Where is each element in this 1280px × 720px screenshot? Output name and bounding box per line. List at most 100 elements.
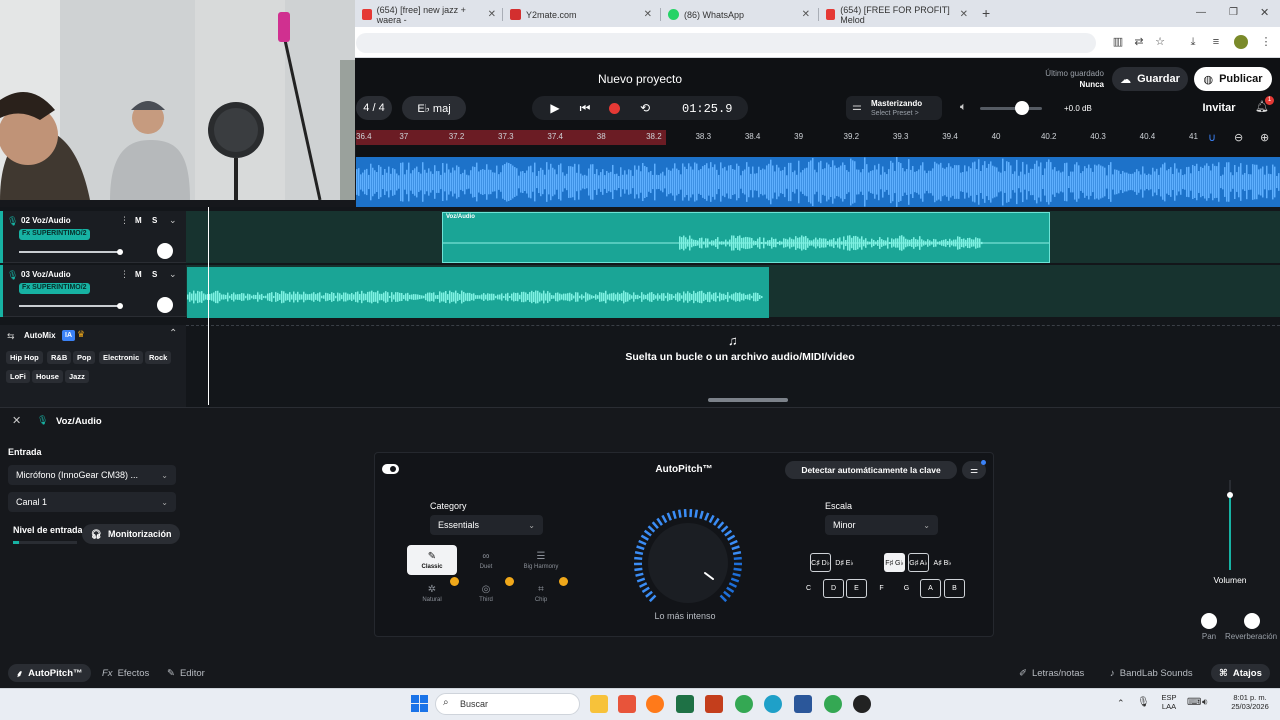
microphone-icon[interactable]: 🎙︎ bbox=[1137, 697, 1150, 708]
key-button[interactable]: F♯ G♭ bbox=[884, 553, 905, 572]
pan-knob[interactable] bbox=[1201, 613, 1217, 629]
key-selector[interactable]: E♭ maj bbox=[402, 96, 466, 120]
word-icon[interactable] bbox=[794, 695, 812, 713]
track-name[interactable]: 03 Voz/Audio bbox=[21, 270, 71, 279]
scale-select[interactable]: Minor ⌄ bbox=[825, 515, 938, 535]
tab-lyrics[interactable]: ✐ Letras/notas bbox=[1011, 664, 1092, 682]
save-button[interactable]: ☁ Guardar bbox=[1112, 67, 1188, 91]
reverb-knob[interactable] bbox=[1244, 613, 1260, 629]
intensity-knob[interactable] bbox=[633, 508, 743, 618]
zoom-in-icon[interactable]: ⊕ bbox=[1260, 131, 1269, 144]
audio-clip[interactable] bbox=[187, 267, 769, 318]
track-name[interactable]: 02 Voz/Audio bbox=[21, 216, 71, 225]
network-icon[interactable]: ⌨ bbox=[1187, 697, 1201, 708]
genre-chip[interactable]: House bbox=[32, 370, 63, 383]
reading-list-icon[interactable]: ≡ bbox=[1208, 34, 1224, 50]
play-icon[interactable]: ▶ bbox=[546, 99, 564, 117]
edge-icon[interactable] bbox=[764, 695, 782, 713]
clock[interactable]: 8:01 p. m. 25/03/2026 bbox=[1222, 693, 1278, 711]
track-volume-handle[interactable] bbox=[117, 303, 123, 309]
track-volume-slider[interactable] bbox=[19, 251, 119, 253]
close-tab-icon[interactable]: ✕ bbox=[644, 9, 652, 20]
browser-tab[interactable]: Y2mate.com ✕ bbox=[504, 4, 658, 25]
time-signature[interactable]: 4 / 4 bbox=[356, 96, 392, 120]
key-button[interactable]: B bbox=[944, 579, 965, 598]
close-tab-icon[interactable]: ✕ bbox=[488, 9, 496, 20]
close-window-icon[interactable]: ✕ bbox=[1260, 6, 1269, 19]
genre-chip[interactable]: Jazz bbox=[65, 370, 89, 383]
style-duet[interactable]: ∞ Duet bbox=[461, 545, 511, 575]
horizontal-scrollbar[interactable] bbox=[708, 398, 788, 402]
app-icon[interactable] bbox=[853, 695, 871, 713]
firefox-icon[interactable] bbox=[646, 695, 664, 713]
excel-icon[interactable] bbox=[676, 695, 694, 713]
detect-key-button[interactable]: Detectar automáticamente la clave bbox=[785, 461, 957, 479]
track-header[interactable]: 🎙︎ 02 Voz/Audio ⋮ M S ⌄ Fx SUPERINTIMO/2 bbox=[0, 211, 186, 263]
tab-shortcuts[interactable]: ⌘ Atajos bbox=[1211, 664, 1270, 682]
file-explorer-icon[interactable] bbox=[590, 695, 608, 713]
key-button[interactable]: D♯ E♭ bbox=[834, 553, 855, 572]
new-tab-button[interactable]: + bbox=[982, 5, 990, 21]
windows-start-icon[interactable] bbox=[411, 695, 428, 712]
tab-effects[interactable]: Fx Efectos bbox=[94, 664, 157, 682]
key-button[interactable]: A♯ B♭ bbox=[932, 553, 953, 572]
channel-select[interactable]: Canal 1 ⌄ bbox=[8, 492, 176, 512]
autopitch-toggle[interactable] bbox=[382, 464, 399, 474]
volume-icon[interactable]: 🔉︎ bbox=[1202, 697, 1208, 708]
project-title[interactable]: Nuevo proyecto bbox=[560, 72, 720, 86]
key-button[interactable]: D bbox=[823, 579, 844, 598]
monitor-button[interactable]: 🎧︎ Monitorización bbox=[82, 524, 180, 544]
magnet-icon[interactable]: ∪ bbox=[1208, 131, 1216, 144]
genre-chip[interactable]: Electronic bbox=[99, 351, 144, 364]
key-button[interactable]: A bbox=[920, 579, 941, 598]
url-field[interactable] bbox=[356, 33, 1096, 53]
track-volume-fader-handle[interactable] bbox=[1227, 492, 1233, 498]
mute-button[interactable]: M bbox=[135, 216, 142, 225]
browser-tab[interactable]: (654) [FREE FOR PROFIT] Melod ✕ bbox=[820, 4, 974, 25]
zoom-out-icon[interactable]: ⊖ bbox=[1234, 131, 1243, 144]
key-button[interactable]: C♯ D♭ bbox=[810, 553, 831, 572]
mute-button[interactable]: M bbox=[135, 270, 142, 279]
chevron-up-icon[interactable]: ⌃ bbox=[169, 328, 177, 339]
reading-mode-icon[interactable]: ▥ bbox=[1110, 34, 1126, 50]
taskbar-search[interactable]: Buscar bbox=[435, 693, 580, 715]
audio-clip[interactable]: Voz/Audio bbox=[442, 212, 1050, 263]
track-volume-handle[interactable] bbox=[117, 249, 123, 255]
close-tab-icon[interactable]: ✕ bbox=[960, 9, 968, 20]
style-big-harmony[interactable]: ☰ Big Harmony bbox=[516, 545, 566, 575]
master-volume-slider[interactable] bbox=[980, 107, 1042, 110]
powerpoint-icon[interactable] bbox=[705, 695, 723, 713]
profile-avatar[interactable] bbox=[1234, 35, 1248, 49]
track-volume-slider[interactable] bbox=[19, 305, 119, 307]
key-button[interactable]: F bbox=[871, 579, 892, 598]
skip-back-icon[interactable]: ⏮ bbox=[576, 99, 594, 117]
playhead[interactable] bbox=[208, 207, 209, 405]
solo-button[interactable]: S bbox=[152, 216, 157, 225]
track-menu-icon[interactable]: ⋮ bbox=[120, 215, 129, 226]
track-menu-icon[interactable]: ⋮ bbox=[120, 269, 129, 280]
fx-preset-badge[interactable]: Fx SUPERINTIMO/2 bbox=[19, 229, 90, 240]
translate-icon[interactable]: ⇄ bbox=[1131, 34, 1147, 50]
speaker-icon[interactable]: 🔈︎ bbox=[960, 101, 967, 114]
genre-chip[interactable]: LoFi bbox=[6, 370, 30, 383]
key-button[interactable]: G bbox=[896, 579, 917, 598]
fx-preset-badge[interactable]: Fx SUPERINTIMO/2 bbox=[19, 283, 90, 294]
genre-chip[interactable]: Hip Hop bbox=[6, 351, 43, 364]
master-volume-handle[interactable] bbox=[1015, 101, 1029, 115]
menu-dots-icon[interactable]: ⋮ bbox=[1258, 34, 1274, 50]
key-button[interactable]: G♯ A♭ bbox=[908, 553, 929, 572]
chrome-icon[interactable] bbox=[735, 695, 753, 713]
genre-chip[interactable]: Pop bbox=[73, 351, 96, 364]
tab-bandlab-sounds[interactable]: ♪ BandLab Sounds bbox=[1102, 664, 1201, 682]
style-third[interactable]: ◎ Third bbox=[461, 578, 511, 608]
bookmark-star-icon[interactable]: ☆ bbox=[1152, 34, 1168, 50]
tab-editor[interactable]: ✎ Editor bbox=[159, 664, 213, 682]
chevron-up-icon[interactable]: ⌃ bbox=[1117, 698, 1125, 709]
genre-chip[interactable]: Rock bbox=[145, 351, 172, 364]
key-button[interactable]: E bbox=[846, 579, 867, 598]
genre-chip[interactable]: R&B bbox=[47, 351, 72, 364]
download-icon[interactable]: ⤓ bbox=[1185, 34, 1201, 50]
chevron-down-icon[interactable]: ⌄ bbox=[169, 269, 177, 280]
maximize-icon[interactable]: ❐ bbox=[1229, 7, 1238, 18]
pan-knob[interactable] bbox=[157, 243, 173, 259]
